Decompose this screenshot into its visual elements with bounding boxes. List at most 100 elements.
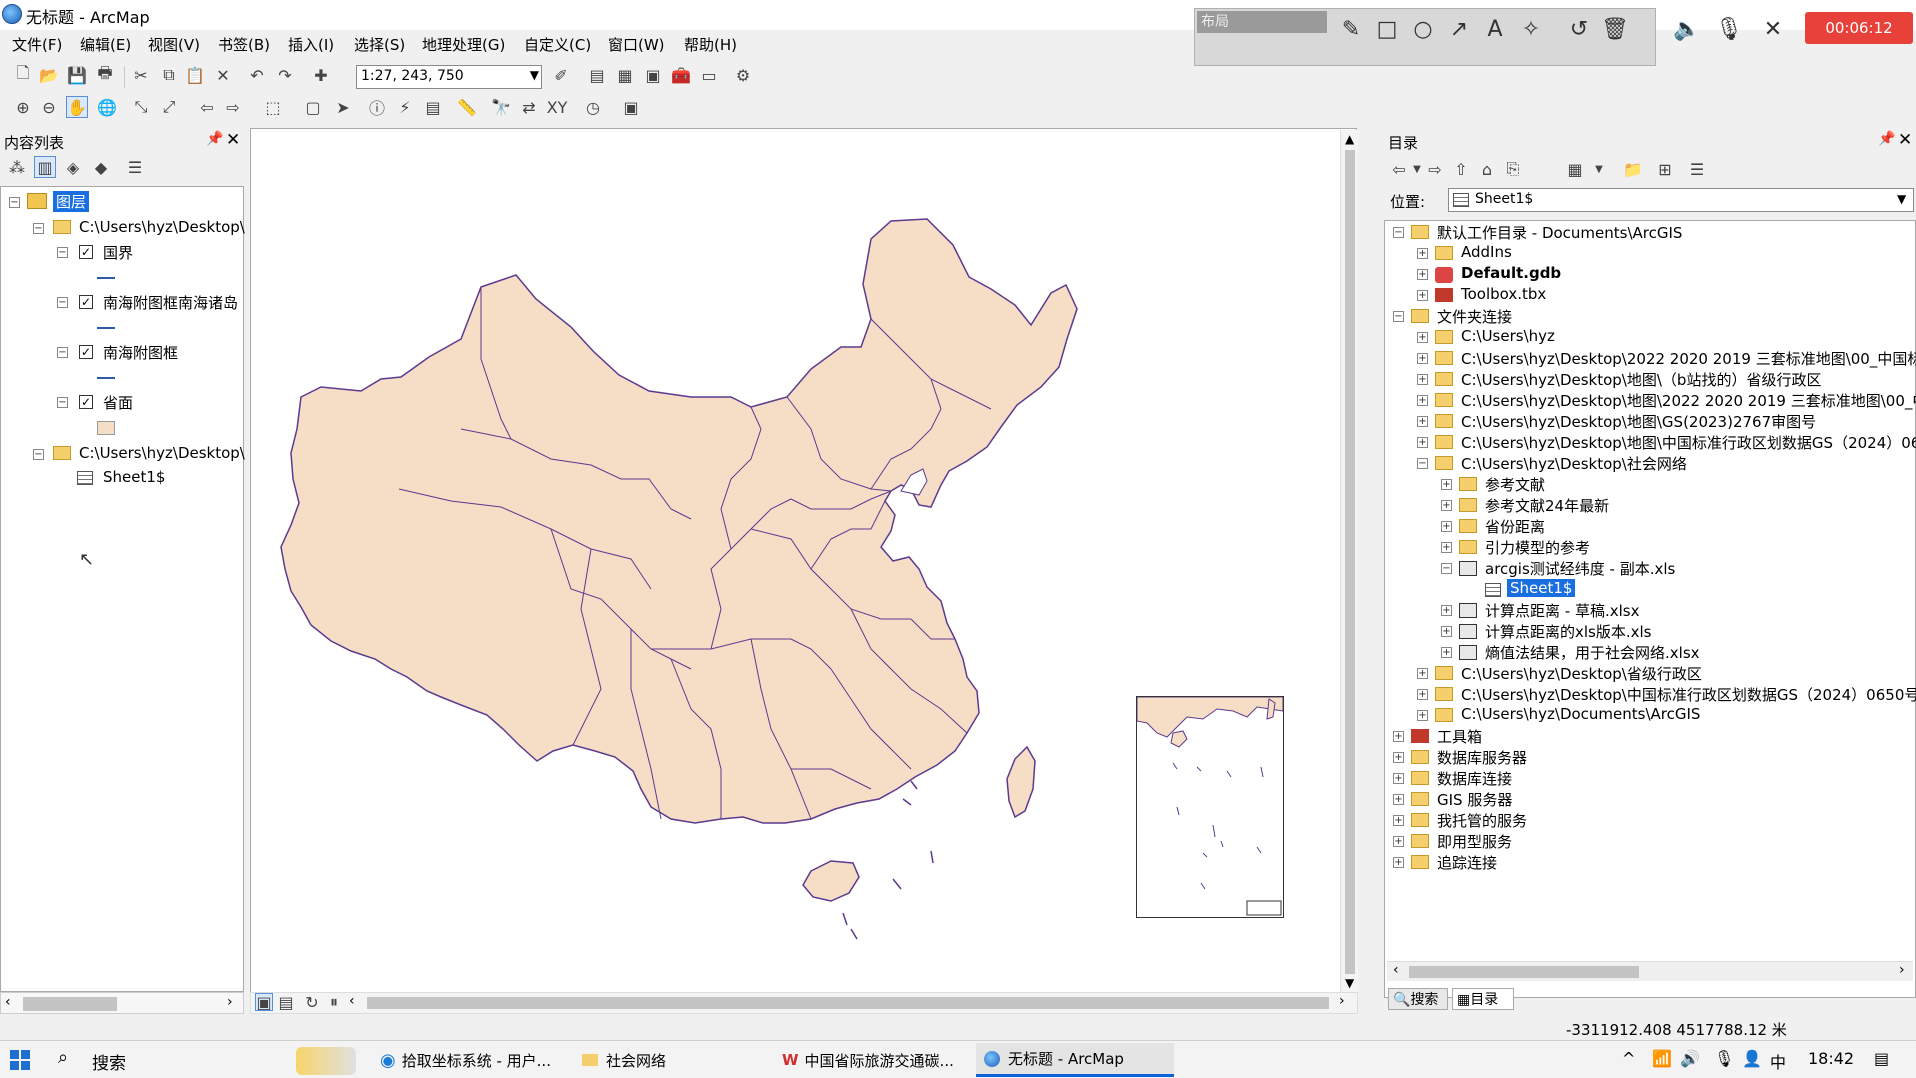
collapse-icon[interactable]: −: [33, 223, 44, 234]
full-extent-icon[interactable]: 🌐: [96, 96, 118, 118]
user-icon[interactable]: 👤: [1742, 1049, 1762, 1068]
layer-name[interactable]: 南海附图框南海诸岛: [103, 292, 241, 313]
open-icon[interactable]: 📂: [38, 64, 60, 86]
collapse-icon[interactable]: −: [33, 449, 44, 460]
undo-icon[interactable]: ↺: [1564, 14, 1594, 44]
new-document-icon[interactable]: 🗋: [12, 63, 34, 86]
close-icon[interactable]: ✕: [1898, 130, 1912, 150]
refresh-icon[interactable]: ↻: [303, 993, 321, 1012]
notification-icon[interactable]: ▤: [1874, 1049, 1889, 1068]
legend-line-symbol[interactable]: [97, 277, 115, 279]
copy-icon[interactable]: ⧉: [158, 64, 180, 86]
new-folder-icon[interactable]: 📁: [1622, 158, 1644, 180]
scroll-left-icon[interactable]: ‹: [1393, 962, 1399, 978]
legend-line-symbol[interactable]: [97, 377, 115, 379]
toc-layer-row[interactable]: − ✓ 国界: [1, 241, 241, 263]
close-icon[interactable]: ✕: [226, 130, 240, 150]
toc-layer-row[interactable]: − ✓ 省面: [1, 391, 241, 413]
tree-options-icon[interactable]: ⊞: [1654, 158, 1676, 180]
windows-start-icon[interactable]: [10, 1050, 30, 1070]
trash-icon[interactable]: 🗑: [1600, 14, 1630, 44]
save-icon[interactable]: 💾: [66, 64, 88, 86]
chevron-down-icon[interactable]: ▼: [1588, 158, 1610, 180]
scroll-left-icon[interactable]: ‹: [349, 993, 355, 1009]
connect-folder-icon[interactable]: ⎘: [1502, 158, 1524, 180]
network-icon[interactable]: 📶: [1652, 1049, 1672, 1068]
toc-table-row[interactable]: Sheet1$: [1, 467, 241, 489]
menu-view[interactable]: 视图(V): [148, 34, 200, 55]
select-features-icon[interactable]: ⬚: [262, 96, 284, 118]
chevron-down-icon[interactable]: ▼: [1897, 192, 1906, 206]
legend-line-symbol[interactable]: [97, 327, 115, 329]
scroll-thumb[interactable]: [23, 997, 117, 1011]
taskbar-app-arcmap[interactable]: 无标题 - ArcMap: [976, 1043, 1174, 1077]
circle-icon[interactable]: ○: [1408, 14, 1438, 44]
south-china-sea-inset-frame[interactable]: [1136, 696, 1284, 918]
scroll-right-icon[interactable]: ›: [227, 994, 233, 1010]
find-icon[interactable]: 🔭: [490, 96, 512, 118]
toc-horizontal-scrollbar[interactable]: ‹ ›: [0, 992, 244, 1014]
toc-layer-row[interactable]: − ✓ 南海附图框: [1, 341, 241, 363]
menu-geoprocessing[interactable]: 地理处理(G): [422, 34, 505, 55]
layer-name[interactable]: 省面: [103, 392, 133, 413]
microphone-icon[interactable]: 🎙: [1714, 14, 1744, 44]
list-by-source-icon[interactable]: ▥: [34, 156, 56, 178]
layer-visibility-checkbox[interactable]: ✓: [79, 395, 93, 409]
tab-search[interactable]: 🔍搜索: [1388, 988, 1448, 1010]
scroll-down-icon[interactable]: ▼: [1345, 976, 1354, 990]
chevron-up-icon[interactable]: ^: [1622, 1049, 1635, 1068]
html-popup-icon[interactable]: ▤: [422, 96, 444, 118]
search-icon[interactable]: ⌕: [58, 1047, 68, 1068]
menu-customize[interactable]: 自定义(C): [524, 34, 591, 55]
scroll-left-icon[interactable]: ‹: [5, 994, 11, 1010]
list-by-visibility-icon[interactable]: ◈: [62, 156, 84, 178]
data-view-icon[interactable]: ▣: [255, 993, 273, 1012]
print-icon[interactable]: 🖶: [94, 63, 116, 86]
menu-bookmarks[interactable]: 书签(B): [218, 34, 270, 55]
go-to-xy-icon[interactable]: XY: [546, 96, 568, 118]
add-data-icon[interactable]: ✚: [310, 64, 332, 86]
volume-icon[interactable]: 🔊: [1680, 1049, 1700, 1068]
table-of-contents-icon[interactable]: ▤: [586, 64, 608, 86]
scroll-thumb[interactable]: [1345, 150, 1355, 974]
arctoolbox-icon[interactable]: 🧰: [670, 64, 692, 86]
layer-visibility-checkbox[interactable]: ✓: [79, 345, 93, 359]
pan-icon[interactable]: ✋: [66, 96, 88, 118]
location-field[interactable]: Sheet1$ ▼: [1448, 188, 1914, 212]
menu-insert[interactable]: 插入(I): [288, 34, 334, 55]
zoom-out-icon[interactable]: ⊖: [38, 96, 60, 118]
search-window-icon[interactable]: ▣: [642, 64, 664, 86]
microphone-icon[interactable]: 🎙: [1714, 1049, 1734, 1068]
collapse-icon[interactable]: −: [57, 247, 68, 258]
fixed-zoom-in-icon[interactable]: ⤡: [130, 96, 152, 118]
tab-catalog[interactable]: ▦目录: [1452, 988, 1514, 1010]
menu-file[interactable]: 文件(F): [12, 34, 62, 55]
taskbar-app-wps[interactable]: W 中国省际旅游交通碳...: [774, 1043, 966, 1077]
menu-window[interactable]: 窗口(W): [608, 34, 665, 55]
toc-root-row[interactable]: − 图层: [1, 191, 241, 213]
layer-name[interactable]: 国界: [103, 242, 133, 263]
taskbar-app-folder[interactable]: 社会网络: [574, 1043, 766, 1077]
text-icon[interactable]: A: [1480, 14, 1510, 44]
close-icon[interactable]: ✕: [1758, 14, 1788, 44]
input-method-indicator[interactable]: 中: [1770, 1049, 1786, 1073]
fixed-zoom-out-icon[interactable]: ⤢: [158, 96, 180, 118]
taskbar-app-browser[interactable]: ◉ 拾取坐标系统 - 用户...: [372, 1043, 564, 1077]
up-one-level-icon[interactable]: ⇧: [1450, 158, 1472, 180]
legend-fill-symbol[interactable]: [97, 421, 115, 435]
catalog-icon[interactable]: ▦: [614, 64, 636, 86]
chevron-down-icon[interactable]: ▼: [530, 68, 539, 82]
catalog-options-icon[interactable]: ☰: [1686, 158, 1708, 180]
scroll-right-icon[interactable]: ›: [1899, 962, 1905, 978]
model-builder-icon[interactable]: ⚙: [732, 64, 754, 86]
select-elements-icon[interactable]: ➤: [332, 96, 354, 118]
toc-group-row[interactable]: − C:\Users\hyz\Desktop\: [1, 443, 245, 465]
taskbar-search-label[interactable]: 搜索: [92, 1049, 126, 1074]
time-slider-icon[interactable]: ◷: [582, 96, 604, 118]
rectangle-icon[interactable]: □: [1372, 14, 1402, 44]
go-forward-icon[interactable]: ⇨: [222, 96, 244, 118]
scroll-thumb[interactable]: [1409, 966, 1639, 978]
layer-name[interactable]: 南海附图框: [103, 342, 178, 363]
clear-selection-icon[interactable]: ▢: [302, 96, 324, 118]
forward-arrow-icon[interactable]: ⇨: [1424, 158, 1446, 180]
